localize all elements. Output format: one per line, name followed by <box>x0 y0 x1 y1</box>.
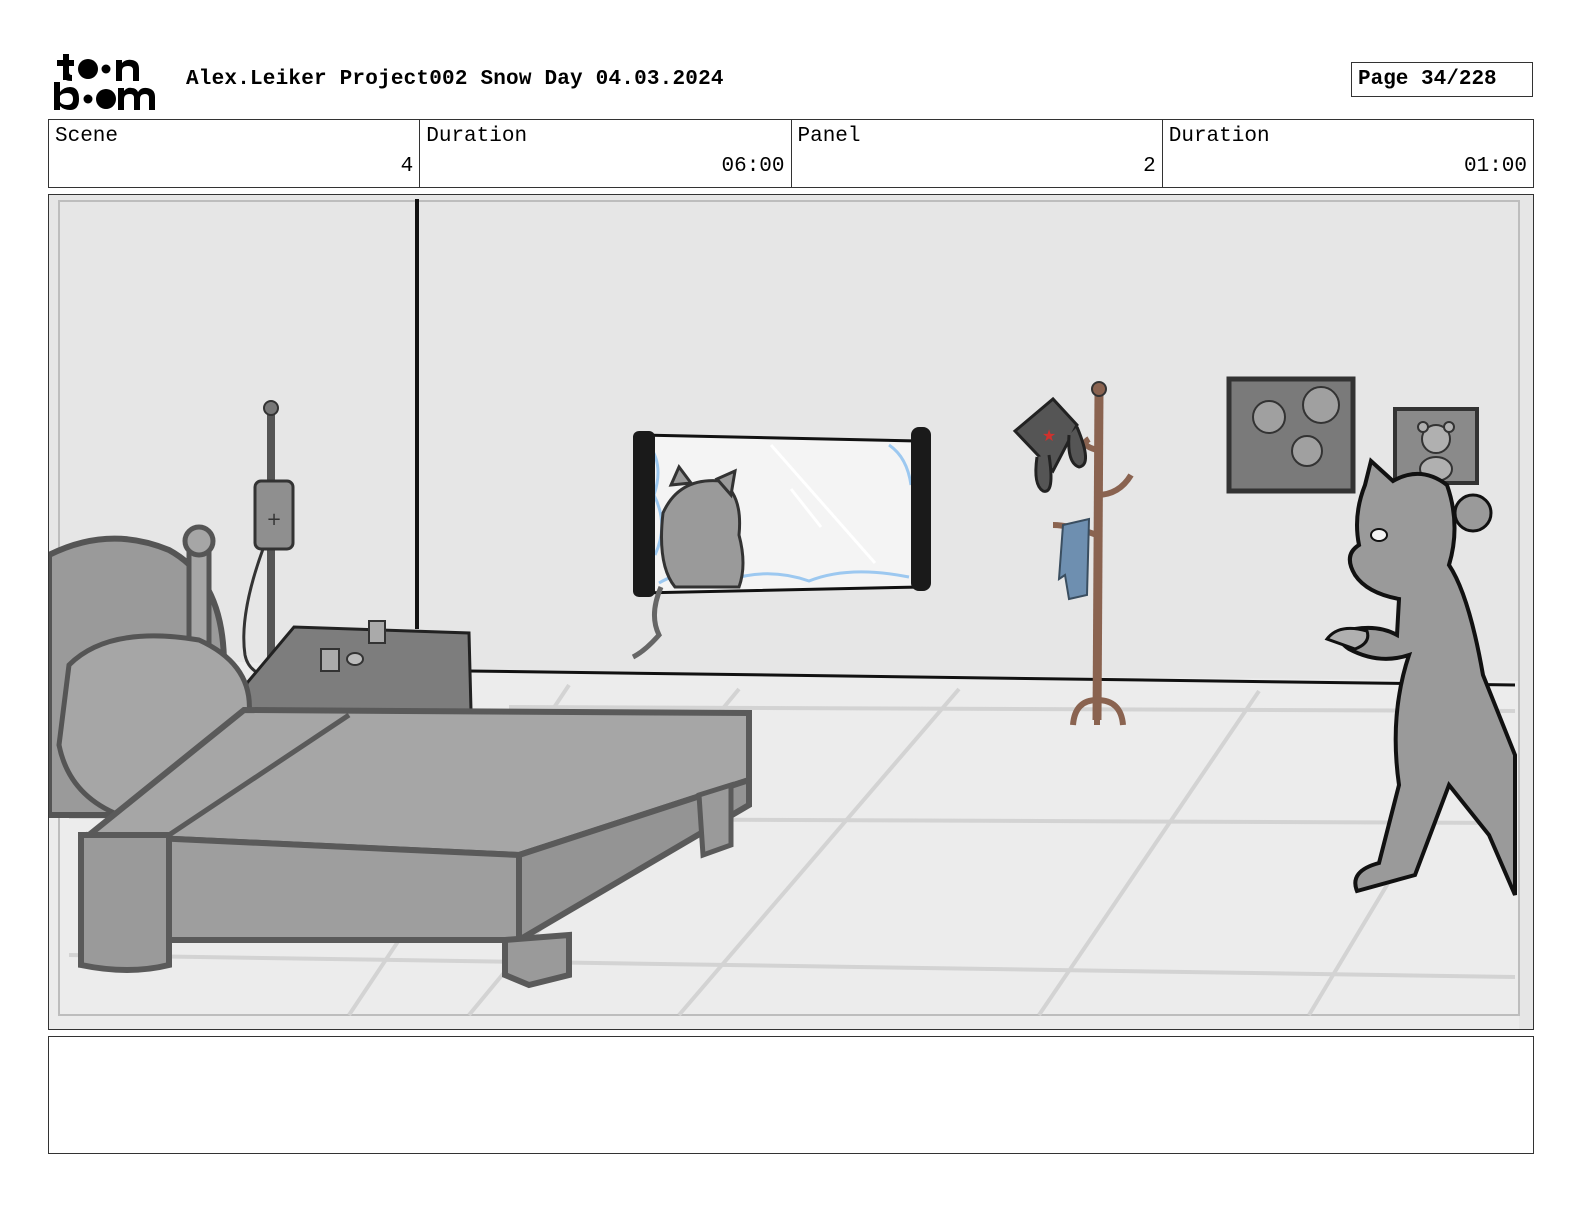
panel-duration-label: Duration <box>1168 125 1270 148</box>
scene-info-table: Scene 4 Duration 06:00 Panel 2 Duration … <box>48 119 1534 188</box>
storyboard-panel: + ★ <box>48 194 1534 1030</box>
page-number: 34/228 <box>1421 68 1497 91</box>
scene-duration-cell: Duration 06:00 <box>419 120 790 187</box>
svg-text:+: + <box>266 509 281 530</box>
page-indicator: Page 34/228 <box>1351 62 1533 97</box>
panel-label: Panel <box>797 125 861 148</box>
teddy-bear-picture <box>1393 407 1479 485</box>
panel-cell: Panel 2 <box>790 120 1162 187</box>
scene-cell: Scene 4 <box>49 120 419 187</box>
cat-family-picture <box>1226 376 1356 494</box>
svg-text:★: ★ <box>1042 426 1056 445</box>
panel-duration-cell: Duration 01:00 <box>1161 120 1533 187</box>
scene-label: Scene <box>55 125 119 148</box>
panel-notes <box>48 1036 1534 1154</box>
scene-duration-value: 06:00 <box>721 155 785 178</box>
scene-duration-label: Duration <box>426 125 528 148</box>
panel-illustration: + ★ <box>49 195 1533 1029</box>
page-label: Page <box>1358 68 1409 91</box>
scene-value: 4 <box>400 155 414 178</box>
project-title: Alex.Leiker Project002 Snow Day 04.03.20… <box>186 68 724 91</box>
panel-duration-value: 01:00 <box>1463 155 1527 178</box>
panel-value: 2 <box>1143 155 1156 178</box>
toon-boom-logo <box>52 52 164 112</box>
